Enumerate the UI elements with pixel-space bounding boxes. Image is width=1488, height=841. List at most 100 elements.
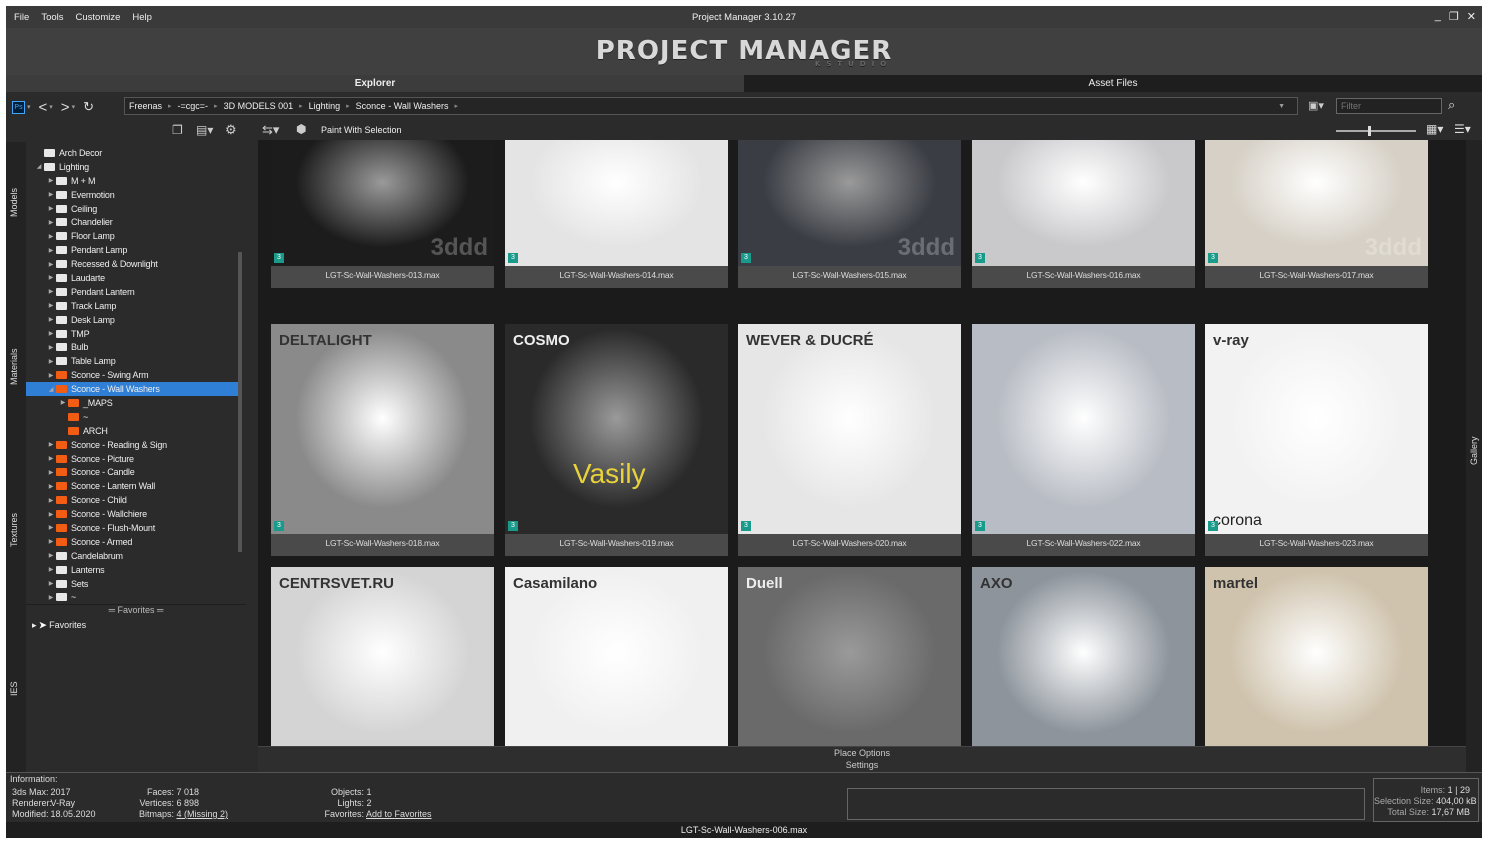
tree-item[interactable]: ▶ M + M xyxy=(26,174,246,188)
tree-item[interactable]: ▶ Recessed & Downlight xyxy=(26,257,246,271)
tree-item[interactable]: ▶ Sconce - Wallchiere xyxy=(26,507,246,521)
asset-thumbnail[interactable]: COSMO Vasily xyxy=(505,324,728,534)
tree-item[interactable]: ▶ Pendant Lantern xyxy=(26,285,246,299)
view-mode-icon[interactable]: ▣▾ xyxy=(1308,99,1324,112)
expand-arrow-icon[interactable]: ▶ xyxy=(46,288,56,295)
crumb[interactable]: 3D MODELS 001 xyxy=(224,101,294,111)
tree-item[interactable]: ▶ Desk Lamp xyxy=(26,313,246,327)
asset-card[interactable]: COSMO Vasily 3 LGT-Sc-Wall-Washers-019.max xyxy=(505,324,728,556)
expand-arrow-icon[interactable]: ▶ xyxy=(46,580,56,587)
tree-item[interactable]: Arch Decor xyxy=(26,146,246,160)
tree-item[interactable]: ▶ Evermotion xyxy=(26,188,246,202)
window-icon[interactable]: ❐ xyxy=(172,123,183,137)
tree-item[interactable]: ▶ TMP xyxy=(26,327,246,341)
asset-thumbnail[interactable]: 3ddd xyxy=(1205,140,1428,266)
crumb[interactable]: Sconce - Wall Washers xyxy=(356,101,449,111)
tree-item[interactable]: ARCH xyxy=(26,424,246,438)
tab-asset-files[interactable]: Asset Files xyxy=(744,75,1482,92)
back-icon[interactable]: < xyxy=(39,99,48,116)
forward-icon[interactable]: > xyxy=(61,99,70,116)
asset-thumbnail[interactable]: Casamilano xyxy=(505,567,728,746)
expand-arrow-icon[interactable]: ▶ xyxy=(46,441,56,448)
gear-icon[interactable]: ⚙ xyxy=(225,122,237,138)
tree-item[interactable]: ▶ Candelabrum xyxy=(26,549,246,563)
tab-ies[interactable]: IES xyxy=(9,681,19,696)
crumb[interactable]: Freenas xyxy=(129,101,162,111)
swap-icon[interactable]: ⇆▾ xyxy=(262,122,279,138)
tree-item[interactable]: ▶ ~ xyxy=(26,591,246,602)
close-button[interactable]: ✕ xyxy=(1467,10,1476,23)
expand-arrow-icon[interactable]: ▶ xyxy=(46,538,56,545)
photoshop-icon[interactable]: Ps xyxy=(12,100,25,114)
filter-input[interactable] xyxy=(1336,98,1442,114)
tree-item[interactable]: ◢ Lighting xyxy=(26,160,246,174)
tree-item[interactable]: ▶ Table Lamp xyxy=(26,354,246,368)
expand-arrow-icon[interactable]: ▶ xyxy=(46,247,56,254)
expand-arrow-icon[interactable]: ▶ xyxy=(46,316,56,323)
expand-arrow-icon[interactable]: ▶ xyxy=(46,261,56,268)
asset-thumbnail[interactable]: v-ray corona xyxy=(1205,324,1428,534)
expand-arrow-icon[interactable]: ▶ xyxy=(46,524,56,531)
asset-thumbnail[interactable] xyxy=(972,324,1195,534)
tree-item[interactable]: ▶ Laudarte xyxy=(26,271,246,285)
tab-materials[interactable]: Materials xyxy=(9,348,19,385)
tree-item[interactable]: ▶ Ceiling xyxy=(26,202,246,216)
tree-item[interactable]: ▶ Pendant Lamp xyxy=(26,243,246,257)
expand-arrow-icon[interactable]: ◢ xyxy=(46,386,56,393)
expand-arrow-icon[interactable]: ▶ xyxy=(46,497,56,504)
asset-card[interactable]: CENTRSVET.RU xyxy=(271,567,494,746)
tree-item[interactable]: ▶ Sconce - Candle xyxy=(26,465,246,479)
expand-arrow-icon[interactable]: ▶ xyxy=(46,511,56,518)
asset-thumbnail[interactable]: 3ddd xyxy=(738,140,961,266)
sort-icon[interactable]: ☰▾ xyxy=(1454,122,1471,136)
paint-with-selection-button[interactable]: Paint With Selection xyxy=(321,125,402,135)
tree-item[interactable]: ▶ Chandelier xyxy=(26,215,246,229)
expand-arrow-icon[interactable]: ▶ xyxy=(46,177,56,184)
expand-arrow-icon[interactable]: ▶ xyxy=(46,372,56,379)
tab-models[interactable]: Models xyxy=(9,188,19,217)
tree-item[interactable]: ▶ Track Lamp xyxy=(26,299,246,313)
tab-gallery[interactable]: Gallery xyxy=(1469,436,1479,465)
expand-arrow-icon[interactable]: ▶ xyxy=(46,455,56,462)
expand-arrow-icon[interactable]: ▶ xyxy=(46,219,56,226)
refresh-icon[interactable]: ↻ xyxy=(83,99,94,115)
tab-explorer[interactable]: Explorer xyxy=(6,75,744,92)
paint-icon[interactable]: ⬢ xyxy=(296,122,306,136)
minimize-button[interactable]: _ xyxy=(1435,10,1441,23)
crumb[interactable]: Lighting xyxy=(309,101,341,111)
tree-item[interactable]: ▶ Sconce - Child xyxy=(26,493,246,507)
layout-icon[interactable]: ▤▾ xyxy=(196,123,213,137)
asset-card[interactable]: Duell xyxy=(738,567,961,746)
tree-item[interactable]: ▶ Sconce - Armed xyxy=(26,535,246,549)
asset-card[interactable]: AXO xyxy=(972,567,1195,746)
tree-item[interactable]: ▶ Sconce - Reading & Sign xyxy=(26,438,246,452)
tree-item[interactable]: ◢ Sconce - Wall Washers xyxy=(26,382,238,397)
expand-arrow-icon[interactable]: ◢ xyxy=(34,163,44,170)
asset-thumbnail[interactable]: WEVER & DUCRÉ xyxy=(738,324,961,534)
asset-card[interactable]: Casamilano xyxy=(505,567,728,746)
asset-thumbnail[interactable] xyxy=(972,140,1195,266)
tree-item[interactable]: ~ xyxy=(26,410,246,424)
tree-item[interactable]: ▶ Sconce - Flush-Mount xyxy=(26,521,246,535)
expand-arrow-icon[interactable]: ▶ xyxy=(46,344,56,351)
tab-textures[interactable]: Textures xyxy=(9,513,19,547)
expand-arrow-icon[interactable]: ▶ xyxy=(46,469,56,476)
expand-arrow-icon[interactable]: ▶ xyxy=(58,399,68,406)
expand-arrow-icon[interactable]: ▶ xyxy=(46,566,56,573)
asset-thumbnail[interactable]: DELTALIGHT xyxy=(271,324,494,534)
chevron-down-icon[interactable]: ▼ xyxy=(1278,103,1285,110)
expand-arrow-icon[interactable]: ▶ xyxy=(46,191,56,198)
tree-item[interactable]: ▶ Bulb xyxy=(26,340,246,354)
tree-item[interactable]: ▶ Sets xyxy=(26,577,246,591)
asset-thumbnail[interactable] xyxy=(505,140,728,266)
asset-card[interactable]: martel xyxy=(1205,567,1428,746)
restore-button[interactable]: ❐ xyxy=(1449,10,1459,23)
expand-arrow-icon[interactable]: ▶ xyxy=(46,358,56,365)
place-options-button[interactable]: Place Options xyxy=(258,747,1466,759)
asset-thumbnail[interactable]: CENTRSVET.RU xyxy=(271,567,494,746)
tree-scrollbar[interactable] xyxy=(238,252,242,552)
asset-card[interactable]: 3ddd 3 LGT-Sc-Wall-Washers-013.max xyxy=(271,140,494,288)
asset-card[interactable]: 3 LGT-Sc-Wall-Washers-014.max xyxy=(505,140,728,288)
settings-button[interactable]: Settings xyxy=(258,759,1466,771)
asset-card[interactable]: 3 LGT-Sc-Wall-Washers-016.max xyxy=(972,140,1195,288)
